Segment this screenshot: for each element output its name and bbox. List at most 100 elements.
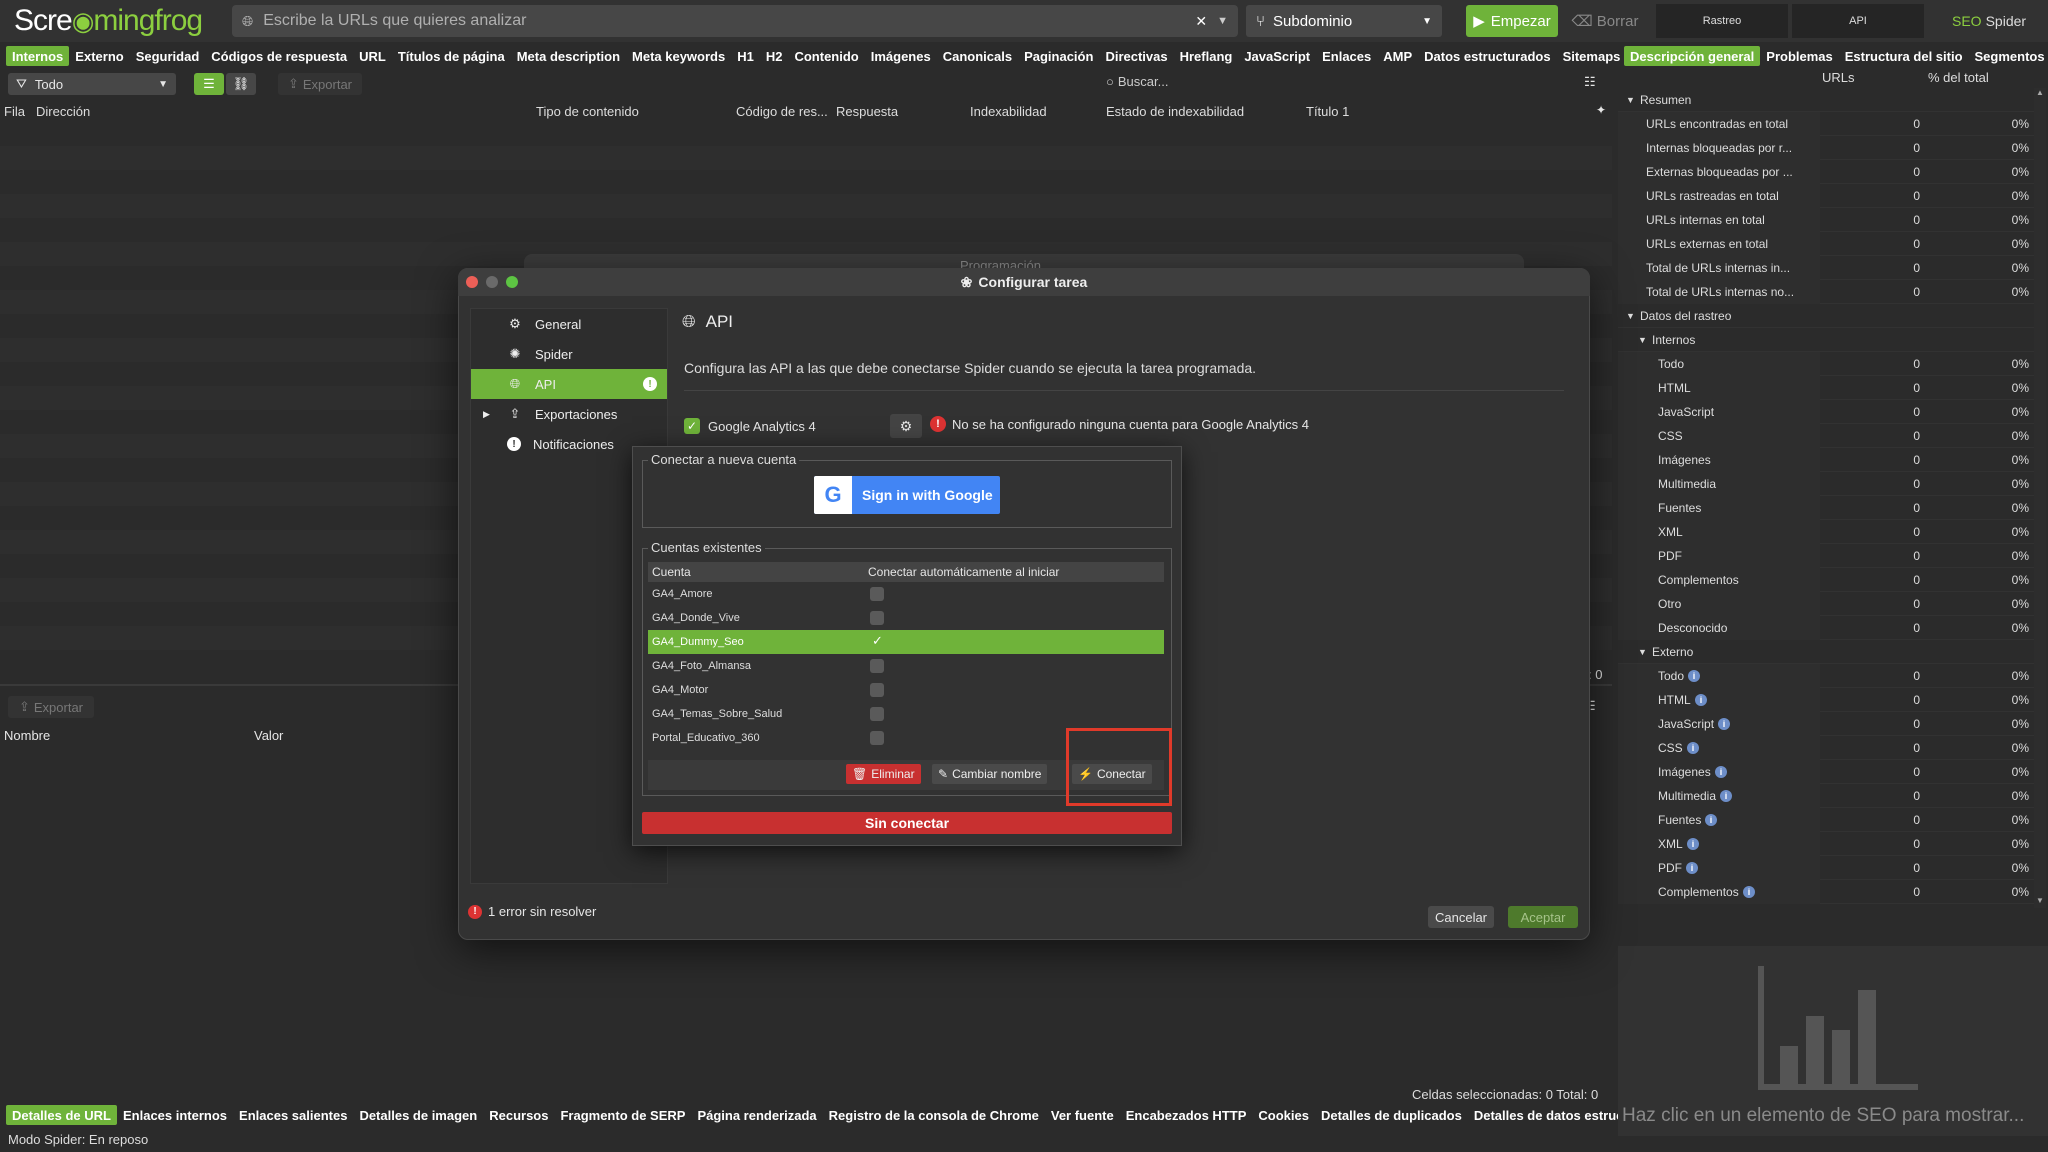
overview-row[interactable]: Fuentes 0 0% [1618,496,2034,520]
bottom-tab-9[interactable]: Encabezados HTTP [1120,1105,1253,1125]
list-view-icon[interactable]: ☰ [194,73,224,95]
overview-row[interactable]: ▼ Externo [1618,640,2034,664]
bottom-tab-1[interactable]: Enlaces internos [117,1105,233,1125]
crawl-mode-select[interactable]: ⑂ Subdominio ▼ [1246,5,1442,37]
column-header[interactable]: Fila [4,104,25,119]
overview-row[interactable]: Total de URLs internas in... 0 0% [1618,256,2034,280]
auto-connect-checkbox[interactable] [870,611,884,625]
sign-in-google-button[interactable]: G Sign in with Google [814,476,1000,514]
overview-row[interactable]: URLs rastreadas en total 0 0% [1618,184,2034,208]
overview-row[interactable]: ▼ Internos [1618,328,2034,352]
expand-arrow-icon[interactable]: ▼ [1626,311,1635,321]
tab-15[interactable]: Hreflang [1174,46,1239,66]
expand-arrow-icon[interactable]: ▶ [483,409,490,420]
auto-connect-column[interactable]: Conectar automáticamente al iniciar [868,565,1059,579]
column-settings-icon[interactable]: ☷ [1584,74,1596,90]
cancel-button[interactable]: Cancelar [1428,906,1494,928]
tab-8[interactable]: H1 [731,46,760,66]
overview-row[interactable]: Internas bloqueadas por r... 0 0% [1618,136,2034,160]
bottom-tab-7[interactable]: Registro de la consola de Chrome [823,1105,1045,1125]
overview-row[interactable]: ▼ Resumen [1618,88,2034,112]
tab-14[interactable]: Directivas [1099,46,1173,66]
lower-export-button[interactable]: ⇪ Exportar [8,696,94,718]
overview-row[interactable]: Complementos i 0 0% [1618,880,2034,904]
nav-item-exportaciones[interactable]: ⇪ Exportaciones ▶ [471,399,667,429]
overview-row[interactable]: PDF i 0 0% [1618,856,2034,880]
bottom-tab-5[interactable]: Fragmento de SERP [554,1105,691,1125]
table-row[interactable] [0,146,1612,170]
tab-0[interactable]: Internos [6,46,70,66]
bottom-tab-6[interactable]: Página renderizada [691,1105,822,1125]
overview-row[interactable]: JavaScript i 0 0% [1618,712,2034,736]
ga4-settings-button[interactable]: ⚙ [890,414,922,438]
account-row[interactable]: GA4_Dummy_Seo ✓ [648,630,1164,654]
tab-9[interactable]: H2 [760,46,789,66]
maximize-window-icon[interactable] [506,276,518,288]
auto-connect-checkbox[interactable] [870,683,884,697]
overview-row[interactable]: Desconocido 0 0% [1618,616,2034,640]
bottom-tab-11[interactable]: Detalles de duplicados [1315,1105,1468,1125]
overview-row[interactable]: CSS 0 0% [1618,424,2034,448]
overview-row[interactable]: URLs externas en total 0 0% [1618,232,2034,256]
table-row[interactable] [0,170,1612,194]
overview-row[interactable]: Complementos 0 0% [1618,568,2034,592]
nav-item-general[interactable]: ⚙ General [471,309,667,339]
table-row[interactable] [0,194,1612,218]
percent-column[interactable]: % del total [1928,70,1989,85]
column-header[interactable]: Indexabilidad [970,104,1047,119]
overview-row[interactable]: URLs internas en total 0 0% [1618,208,2034,232]
url-input[interactable]: 🌐︎ Escribe la URLs que quieres analizar … [232,5,1238,37]
overview-row[interactable]: Todo 0 0% [1618,352,2034,376]
close-window-icon[interactable] [466,276,478,288]
bottom-tab-3[interactable]: Detalles de imagen [353,1105,483,1125]
overview-row[interactable]: Imágenes 0 0% [1618,448,2034,472]
auto-connect-checkbox[interactable]: ✓ [872,633,883,649]
table-row[interactable] [0,218,1612,242]
tab-6[interactable]: Meta description [511,46,626,66]
overview-row[interactable]: Otro 0 0% [1618,592,2034,616]
delete-button[interactable]: 🗑︎ Eliminar [846,764,921,784]
tab-20[interactable]: Sitemaps [1557,46,1627,66]
tab-2[interactable]: Seguridad [130,46,206,66]
expand-arrow-icon[interactable]: ▼ [1626,95,1635,105]
tab-7[interactable]: Meta keywords [626,46,731,66]
column-header[interactable]: Dirección [36,104,90,119]
overview-row[interactable]: HTML 0 0% [1618,376,2034,400]
overview-row[interactable]: CSS i 0 0% [1618,736,2034,760]
overview-row[interactable]: Todo i 0 0% [1618,664,2034,688]
right-tab-0[interactable]: Descripción general [1624,46,1761,66]
tab-13[interactable]: Paginación [1018,46,1099,66]
overview-row[interactable]: Total de URLs internas no... 0 0% [1618,280,2034,304]
auto-connect-checkbox[interactable] [870,587,884,601]
right-tab-2[interactable]: Estructura del sitio [1839,46,1969,66]
export-button[interactable]: ⇪ Exportar [278,73,362,95]
tab-12[interactable]: Canonicals [937,46,1018,66]
overview-row[interactable]: Multimedia i 0 0% [1618,784,2034,808]
add-column-icon[interactable]: ✦ [1596,103,1606,117]
clear-url-icon[interactable]: ✕ [1195,13,1207,30]
tab-16[interactable]: JavaScript [1238,46,1316,66]
tree-view-icon[interactable]: ⛓ [226,73,256,95]
column-header[interactable]: Estado de indexabilidad [1106,104,1244,119]
overview-row[interactable]: JavaScript 0 0% [1618,400,2034,424]
filter-select[interactable]: ⛛ Todo ▼ [8,73,176,95]
overview-row[interactable]: XML 0 0% [1618,520,2034,544]
column-header[interactable]: Respuesta [836,104,898,119]
overview-row[interactable]: URLs encontradas en total 0 0% [1618,112,2034,136]
overview-row[interactable]: PDF 0 0% [1618,544,2034,568]
auto-connect-checkbox[interactable] [870,731,884,745]
column-header[interactable]: Código de res... [736,104,828,119]
start-button[interactable]: ▶ Empezar [1466,5,1558,37]
overview-row[interactable]: Fuentes i 0 0% [1618,808,2034,832]
account-row[interactable]: GA4_Foto_Almansa [648,654,1164,678]
right-tab-1[interactable]: Problemas [1760,46,1838,66]
account-column[interactable]: Cuenta [652,565,691,579]
error-footer[interactable]: ! 1 error sin resolver [468,904,596,919]
url-history-chevron-icon[interactable]: ▼ [1217,15,1228,27]
overview-row[interactable]: Multimedia 0 0% [1618,472,2034,496]
clear-button[interactable]: ⌫ Borrar [1566,5,1644,37]
column-header[interactable]: Título 1 [1306,104,1349,119]
rename-button[interactable]: ✎ Cambiar nombre [932,764,1048,784]
auto-connect-checkbox[interactable] [870,659,884,673]
overview-row[interactable]: ▼ Datos del rastreo [1618,304,2034,328]
